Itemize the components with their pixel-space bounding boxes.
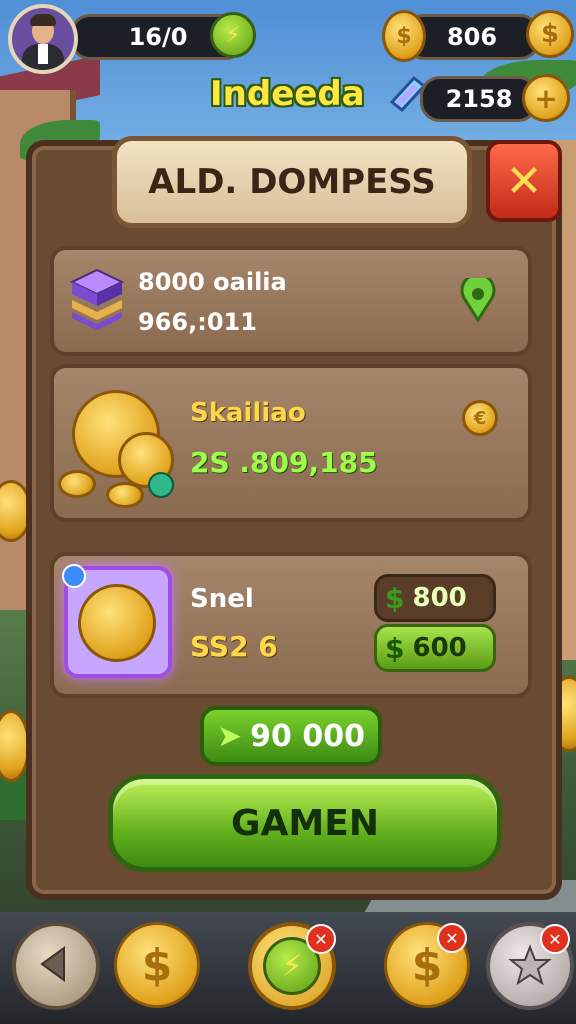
offer-2-price: 2S .809,185 [190, 446, 378, 479]
back-button[interactable] [12, 922, 100, 1010]
offer-3-price: SS2 6 [190, 630, 278, 663]
offer-1-subtitle: 966,:011 [138, 308, 257, 336]
small-coin [58, 470, 96, 498]
player-avatar[interactable] [8, 4, 78, 74]
offer-3-title: Snel [190, 584, 254, 614]
energy-value: 16/0 [128, 23, 188, 51]
offer-1-title: 8000 oailia [138, 268, 287, 296]
avatar-hair [30, 14, 56, 26]
cta-label: GAMEN [231, 802, 379, 844]
lightning-icon: ⚡ [225, 22, 241, 48]
small-coin [106, 482, 144, 508]
avatar-shirt [38, 44, 48, 64]
add-energy-button[interactable]: ⚡ [210, 12, 256, 58]
dollar-coin-icon: $ [411, 939, 443, 991]
buy-option-2-button[interactable]: $ 600 [374, 624, 496, 672]
reward-amount-badge: ➤ 90 000 [200, 706, 382, 766]
buy-option-1-button[interactable]: $ 800 [374, 574, 496, 622]
offer-card-2[interactable]: Skailiao 2S .809,185 € [50, 364, 532, 522]
notification-badge: ✕ [437, 923, 467, 953]
nav-energy-button[interactable]: ⚡ ✕ [248, 922, 336, 1010]
teal-gem-icon [148, 472, 174, 498]
offer-3-coin [78, 584, 156, 662]
reward-amount: 90 000 [250, 718, 365, 754]
panel-title: ALD. DOMPESS [112, 136, 472, 228]
notification-badge: ✕ [306, 924, 336, 954]
back-arrow-icon [40, 946, 65, 982]
gems-bar: 2158 [420, 76, 538, 122]
offer-3-image-frame [62, 564, 172, 678]
coins-value: 806 [446, 23, 498, 51]
notification-badge: ✕ [540, 924, 570, 954]
buy-option-1-value: 800 [412, 583, 467, 613]
buy-option-2-value: 600 [412, 633, 467, 663]
gold-coin-icon: $ [382, 10, 426, 62]
purple-cube-icon [69, 268, 125, 330]
dollar-icon: $ [385, 631, 405, 665]
nav-shop-button[interactable]: $ [114, 922, 200, 1008]
dollar-icon: $ [385, 581, 405, 615]
nav-favorites-button[interactable]: ✕ [486, 922, 574, 1010]
add-coins-button[interactable]: $ [526, 10, 574, 58]
offer-card-1[interactable]: 8000 oailia 966,:011 [50, 246, 532, 356]
blue-gem-icon [62, 564, 86, 588]
euro-icon[interactable]: € [462, 400, 498, 436]
game-title: Indeeda [210, 74, 365, 114]
nav-coins-button[interactable]: $ ✕ [384, 922, 470, 1008]
close-button[interactable]: ✕ [486, 140, 562, 222]
dollar-coin-icon: $ [141, 939, 173, 991]
close-icon: ✕ [505, 155, 543, 207]
dollar-coin-icon: $ [540, 19, 560, 49]
location-pin-icon[interactable] [458, 278, 498, 322]
gems-value: 2158 [445, 85, 513, 113]
cta-button[interactable]: GAMEN [108, 774, 502, 872]
add-gems-button[interactable]: + [522, 74, 570, 122]
offer-2-title: Skailiao [190, 398, 306, 428]
plus-icon: + [534, 81, 558, 115]
arrow-icon: ➤ [217, 718, 243, 754]
offer-card-3[interactable]: Snel SS2 6 $ 800 $ 600 [50, 552, 532, 698]
